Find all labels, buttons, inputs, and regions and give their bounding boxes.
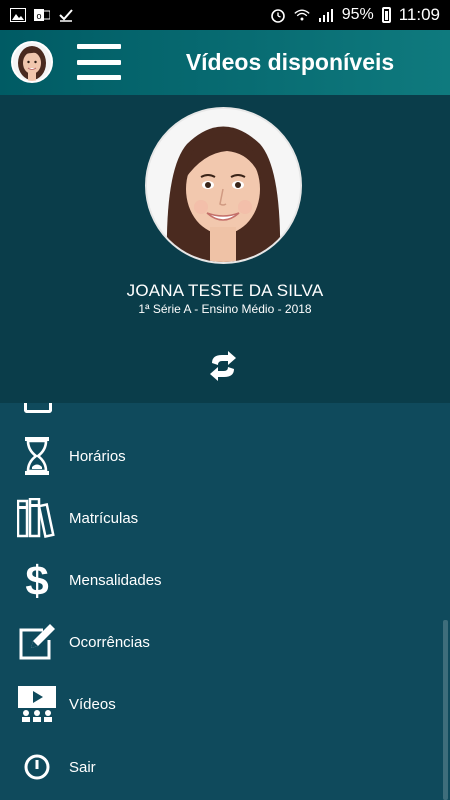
hamburger-bar	[77, 44, 121, 49]
switch-student-button[interactable]	[206, 349, 240, 383]
dollar-icon: $	[16, 559, 58, 601]
status-left: o	[10, 8, 74, 22]
menu-item-sair[interactable]: Sair	[0, 736, 440, 798]
clock: 11:09	[398, 5, 440, 24]
svg-text:$: $	[25, 560, 48, 600]
edit-icon	[16, 621, 58, 663]
menu-scrollbar[interactable]	[443, 620, 448, 800]
navigation-menu: Horários Matrículas $ Mensalidades Ocorr…	[0, 403, 440, 800]
outlook-icon: o	[34, 8, 50, 22]
battery-icon	[381, 7, 391, 23]
profile-photo	[145, 107, 302, 264]
status-bar: o 95% 11:09	[0, 0, 450, 30]
menu-item-label: Sair	[69, 758, 96, 776]
profile-panel: JOANA TESTE DA SILVA 1ª Série A - Ensino…	[0, 95, 450, 403]
app-header: Vídeos disponíveis	[0, 30, 450, 95]
girl-avatar-icon	[13, 43, 51, 81]
image-icon	[10, 8, 26, 22]
signal-icon	[318, 8, 334, 22]
girl-portrait-icon	[147, 109, 300, 262]
menu-item-horarios[interactable]: Horários	[0, 425, 440, 487]
battery-percent: 95%	[341, 6, 374, 23]
hamburger-bar	[77, 75, 121, 80]
alarm-icon	[270, 8, 286, 23]
swap-icon	[210, 351, 236, 381]
svg-text:o: o	[36, 11, 41, 21]
check-icon	[58, 8, 74, 22]
menu-item-label: Horários	[69, 447, 126, 465]
menu-item-ocorrencias[interactable]: Ocorrências	[0, 611, 440, 673]
hourglass-icon	[16, 435, 58, 477]
power-icon	[16, 746, 58, 788]
menu-item-mensalidades[interactable]: $ Mensalidades	[0, 549, 440, 611]
header-avatar[interactable]	[11, 41, 53, 83]
menu-item-label: Vídeos	[69, 695, 116, 713]
student-class: 1ª Série A - Ensino Médio - 2018	[138, 302, 312, 316]
wifi-icon	[294, 8, 310, 22]
menu-item-matriculas[interactable]: Matrículas	[0, 487, 440, 549]
menu-item-label: Mensalidades	[69, 571, 162, 589]
menu-toggle-button[interactable]	[77, 44, 121, 80]
status-right: 95% 11:09	[270, 5, 440, 25]
student-name: JOANA TESTE DA SILVA	[126, 281, 324, 300]
menu-item-label: Ocorrências	[69, 633, 150, 651]
menu-item-label: Matrículas	[69, 509, 139, 527]
books-icon	[16, 497, 58, 539]
menu-item-videos[interactable]: Vídeos	[0, 673, 440, 735]
hamburger-bar	[77, 59, 121, 65]
video-icon	[16, 683, 58, 725]
page-title: Vídeos disponíveis	[185, 49, 395, 75]
calendar-icon	[24, 403, 52, 413]
